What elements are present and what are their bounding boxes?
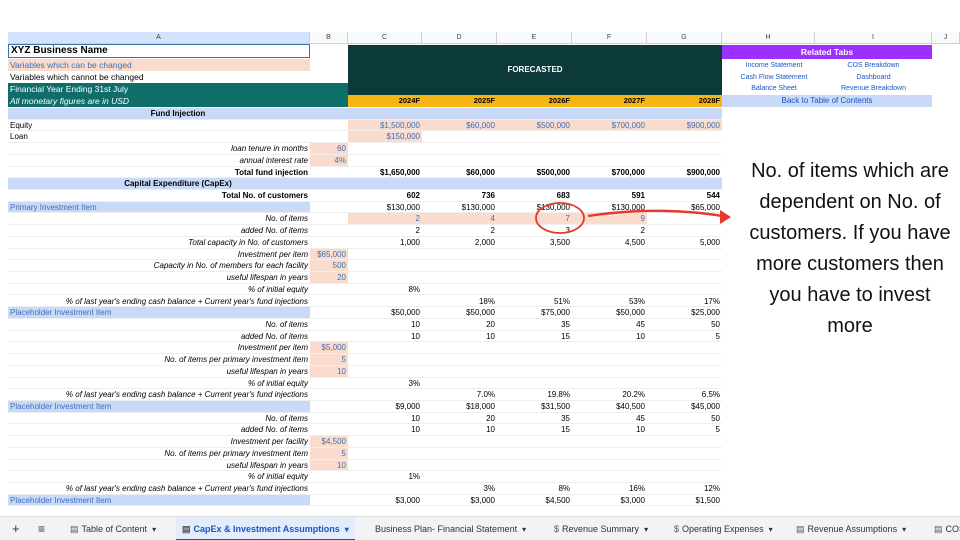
annotation-overlay xyxy=(535,202,731,234)
sheet-tab[interactable]: ▤ Table of Content ▾ xyxy=(64,517,162,540)
chevron-down-icon[interactable]: ▾ xyxy=(152,525,156,534)
sheet-tab-label: Revenue Assumptions xyxy=(807,524,898,534)
dollar-icon: $ xyxy=(554,524,560,534)
sheet-tab-label: Operating Expenses xyxy=(682,524,764,534)
dollar-icon: $ xyxy=(674,524,680,534)
sheet-tab[interactable]: ▤ Revenue Assumptions ▾ xyxy=(790,517,912,540)
highlight-circle xyxy=(535,202,585,234)
annotation-arrow xyxy=(587,209,729,219)
sheet-tab-label: CapEx & Investment Assumptions xyxy=(193,524,340,534)
chevron-down-icon[interactable]: ▾ xyxy=(902,525,906,534)
sheet-tab-label: COS Su xyxy=(945,524,960,534)
sheet-icon: ▤ xyxy=(70,524,79,534)
chevron-down-icon[interactable]: ▾ xyxy=(522,525,526,534)
sheet-icon: ▤ xyxy=(934,524,943,534)
spreadsheet-window: ABCDEFGHIJ Fund Injection Equity $1,500,00… xyxy=(0,0,960,540)
sheet-tab-label: Business Plan- Financial Statement xyxy=(375,524,518,534)
sheet-tab-label: Table of Content xyxy=(81,524,148,534)
sheet-tab[interactable]: Business Plan- Financial Statement ▾ xyxy=(366,517,532,540)
sheet-icon: ▤ xyxy=(796,524,805,534)
sheet-icon: ▤ xyxy=(182,524,191,534)
chevron-down-icon[interactable]: ▾ xyxy=(644,525,648,534)
add-sheet-button[interactable]: + xyxy=(12,517,20,540)
sheet-tab-bar: + ≡ ▤ Table of Content ▾ ▤ CapEx & Investmen… xyxy=(0,516,960,540)
chevron-down-icon[interactable]: ▾ xyxy=(769,525,773,534)
sheet-tab[interactable]: ▤ CapEx & Investment Assumptions ▾ xyxy=(176,517,355,540)
chevron-down-icon[interactable]: ▾ xyxy=(345,525,349,534)
sheet-tab[interactable]: ▤COS Su xyxy=(928,517,960,540)
sheet-tab[interactable]: $ Revenue Summary ▾ xyxy=(548,517,654,540)
arrow-head xyxy=(720,210,731,224)
all-sheets-menu-icon[interactable]: ≡ xyxy=(38,517,45,540)
sheet-tab-label: Revenue Summary xyxy=(562,524,640,534)
sheet-tab[interactable]: $ Operating Expenses ▾ xyxy=(668,517,779,540)
